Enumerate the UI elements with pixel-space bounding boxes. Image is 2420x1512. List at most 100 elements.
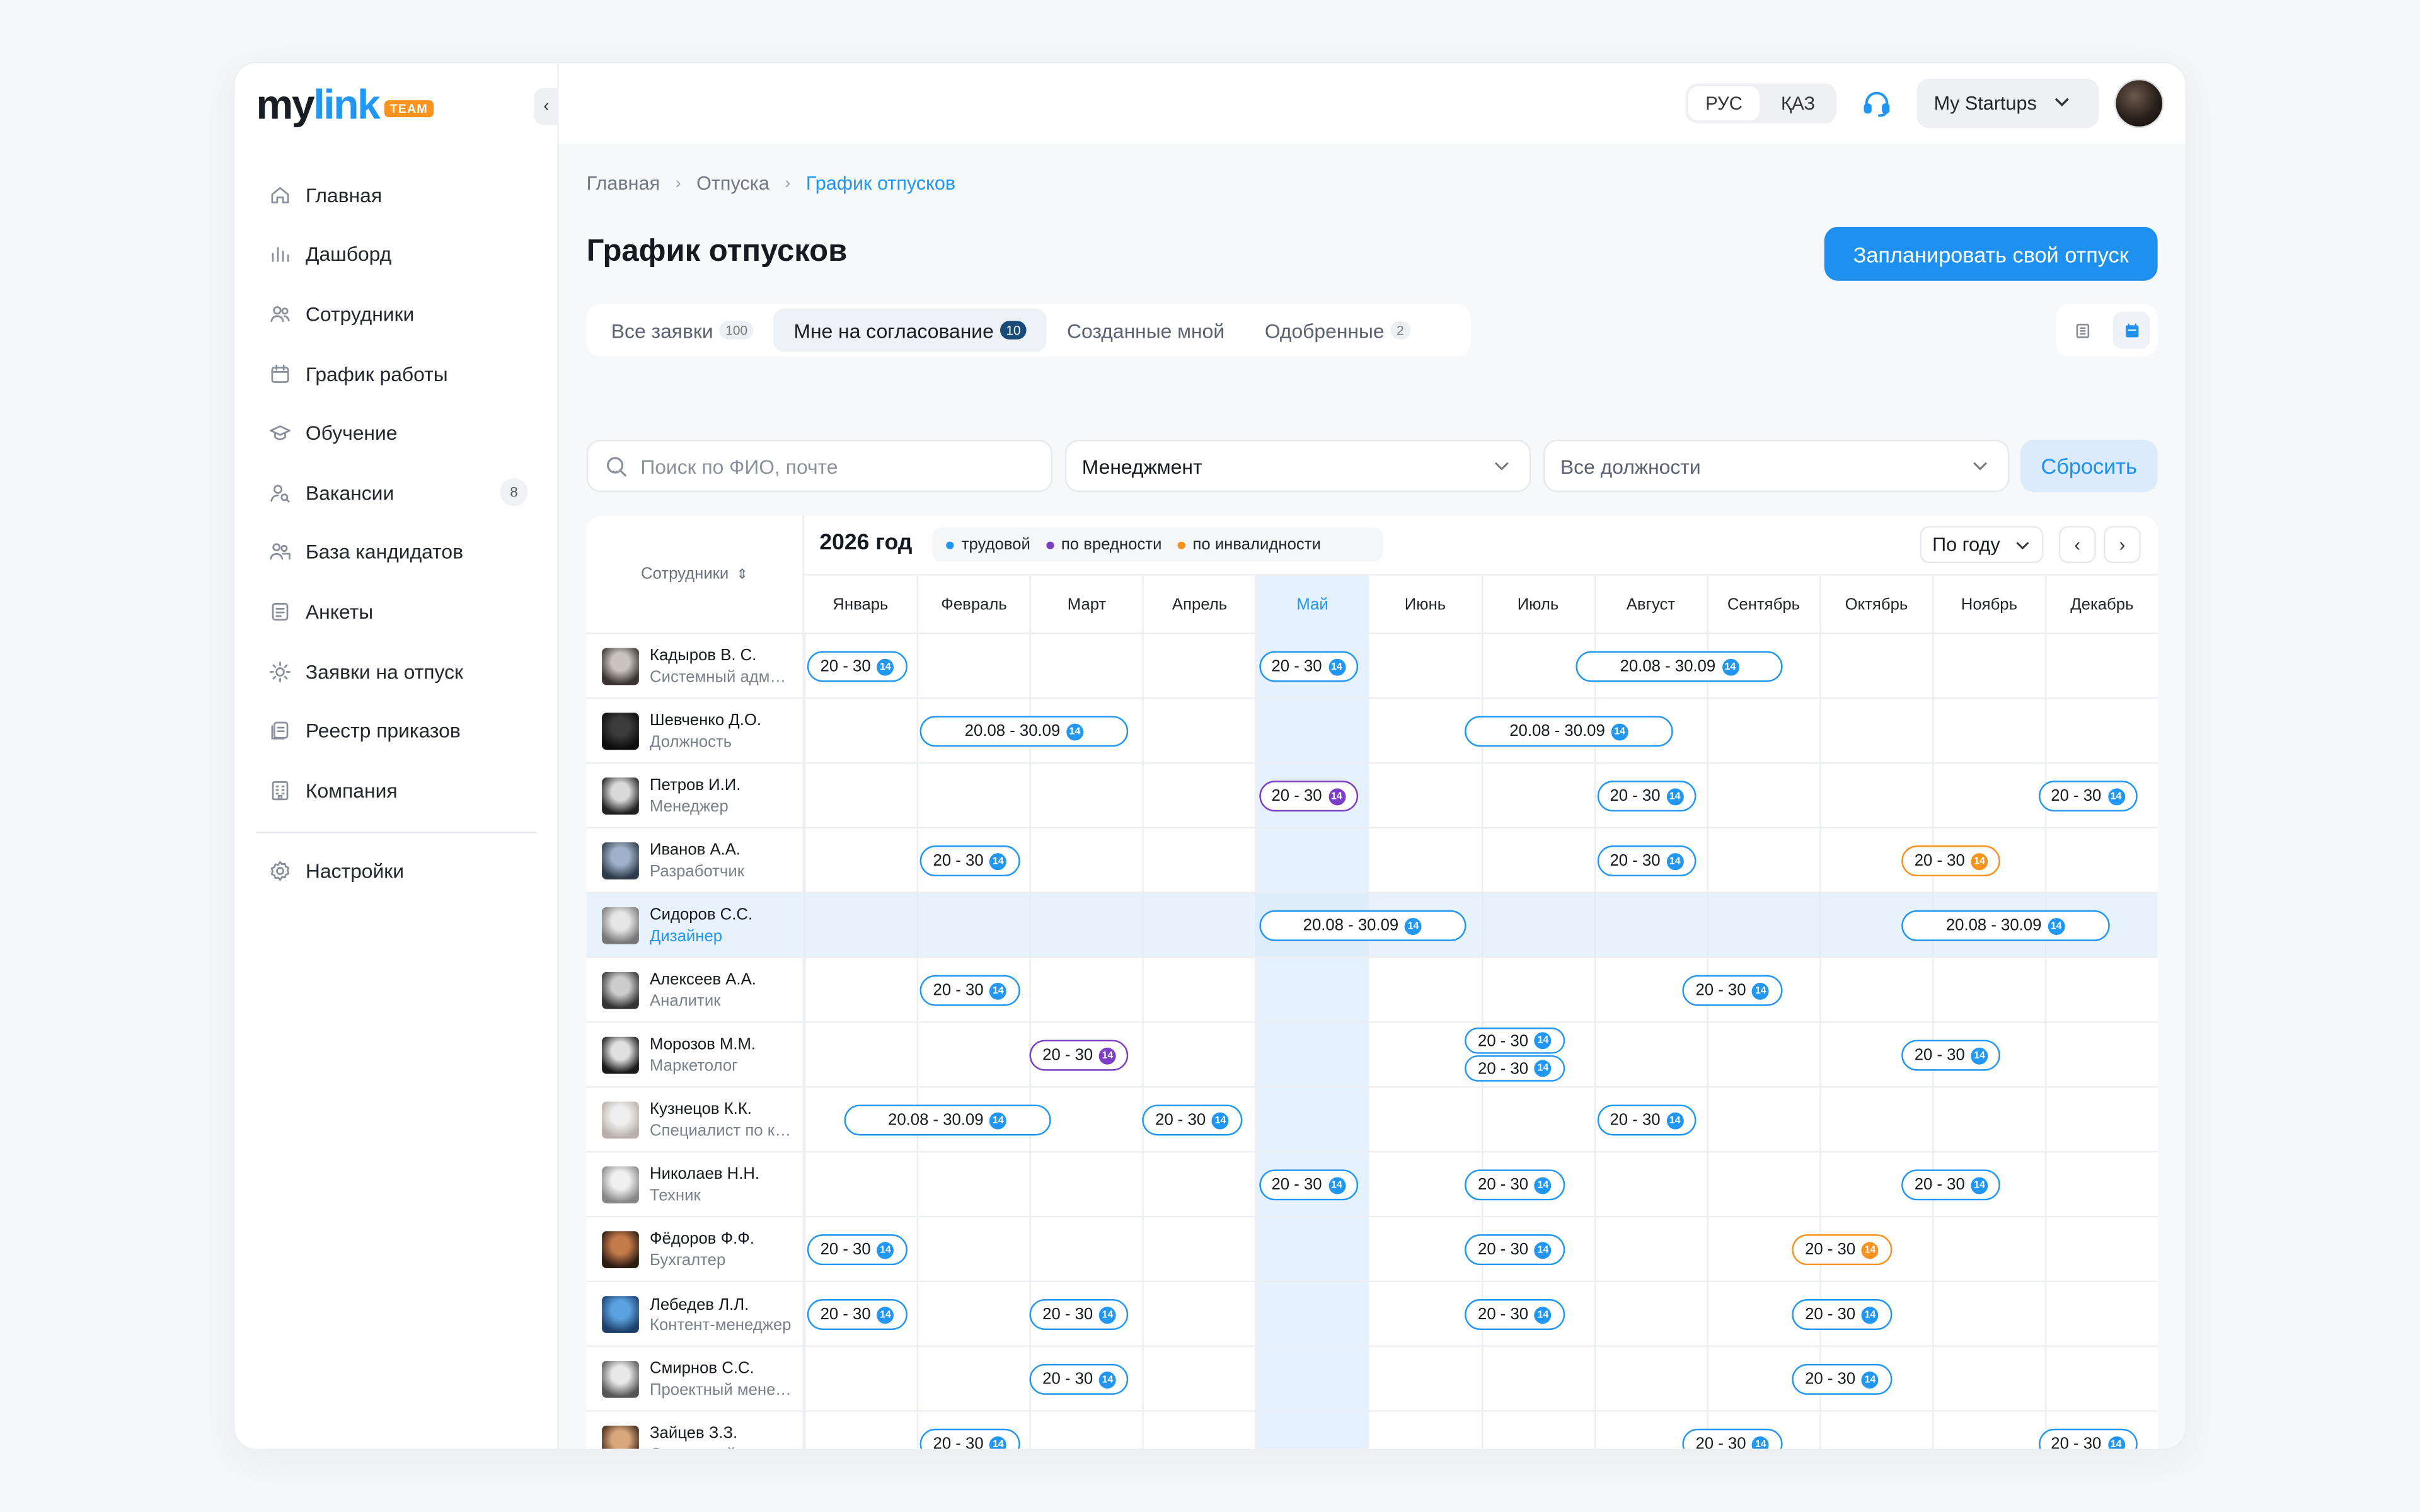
vacation-chip[interactable]: 20.08 - 30.09 14 [843,1104,1051,1136]
table-row[interactable]: Морозов М.М. Маркетолог 20 - 30 14 20 - 30 14… [586,1022,2158,1088]
sidebar-item-building[interactable]: Компания [256,760,538,820]
employee-cell[interactable]: Кузнецов К.К. Специалист по кадрам [587,1087,804,1153]
table-row[interactable]: Иванов А.А. Разработчик 20 - 30 14 20 - 30 14… [586,828,2158,893]
vacation-chip[interactable]: 20 - 30 14 [1465,1299,1565,1331]
vacation-chip[interactable]: 20 - 30 14 [1465,1055,1565,1082]
vacation-chip[interactable]: 20 - 30 14 [2037,1428,2138,1449]
vacation-chip[interactable]: 20 - 30 14 [920,975,1020,1006]
vacation-chip[interactable]: 20 - 30 14 [1465,1234,1565,1266]
vacation-chip[interactable]: 20 - 30 14 [1901,1169,2001,1201]
vacation-chip[interactable]: 20 - 30 14 [920,845,1020,877]
vacation-chip[interactable]: 20 - 30 14 [2037,781,2138,812]
vacation-chip[interactable]: 20 - 30 14 [1683,1428,1782,1449]
employee-cell[interactable]: Иванов А.А. Разработчик [587,828,804,893]
employee-cell[interactable]: Зайцев З.З.Системный администратор [587,1411,804,1449]
sidebar-item-chart[interactable]: Дашборд [256,225,538,285]
vacation-chip[interactable]: 20 - 30 14 [1792,1299,1892,1331]
vacation-chip[interactable]: 20 - 30 14 [1597,781,1697,812]
position-select[interactable]: Все должности [1543,439,2010,493]
next-year-button[interactable]: › [2103,526,2141,563]
employee-cell[interactable]: Николаев Н.Н. Техник [587,1152,804,1218]
user-avatar[interactable] [2114,78,2164,129]
vacation-chip[interactable]: 20.08 - 30.09 14 [1259,910,1466,941]
table-row[interactable]: Петров И.И. Менеджер 20 - 30 14 20 - 30 14 20 … [586,764,2158,829]
table-row[interactable]: Фёдоров Ф.Ф. Бухгалтер 20 - 30 14 20 - 30 14 2… [586,1217,2158,1283]
sidebar-item-user-search[interactable]: Вакансии 8 [256,463,538,523]
vacation-chip[interactable]: 20.08 - 30.09 14 [1901,910,2109,941]
employee-cell[interactable]: Морозов М.М. Маркетолог [587,1022,804,1088]
tab-approved[interactable]: Одобренные 2 [1245,309,1430,352]
search-input[interactable]: Поиск по ФИО, почте [586,439,1053,493]
vacation-chip[interactable]: 20 - 30 14 [1465,1169,1565,1201]
tab-all-requests[interactable]: Все заявки 100 [591,309,774,352]
list-view-button[interactable] [2063,312,2100,349]
table-row[interactable]: Николаев Н.Н. Техник 20 - 30 14 20 - 30 14 20 … [586,1152,2158,1218]
vacation-chip[interactable]: 20 - 30 14 [1259,651,1358,682]
vacation-chip[interactable]: 20 - 30 14 [1259,781,1358,812]
table-row[interactable]: Кадыров В. С. Системный администратор 20 -… [586,634,2158,699]
vacation-chip[interactable]: 20 - 30 14 [1901,1040,2001,1071]
employee-name: Зайцев З.З. [650,1424,738,1443]
lang-option-ru[interactable]: РУС [1688,86,1760,121]
logo[interactable]: mylink TEAM [256,82,434,128]
employee-cell[interactable]: Петров И.И. Менеджер [587,764,804,829]
sidebar-collapse-button[interactable]: ‹ [534,88,559,125]
breadcrumb-home[interactable]: Главная [587,173,660,194]
vacation-chip[interactable]: 20 - 30 14 [1597,845,1697,877]
table-row[interactable]: Алексеев А.А. Аналитик 20 - 30 14 20 - 30 14 [586,958,2158,1023]
sidebar-item-users[interactable]: Сотрудники [256,284,538,344]
sidebar-item-graduation[interactable]: Обучение [256,403,538,463]
vacation-chip[interactable]: 20.08 - 30.09 14 [1576,651,1783,682]
vacation-chip[interactable]: 20 - 30 14 [1597,1104,1697,1136]
vacation-chip[interactable]: 20 - 30 14 [1792,1234,1892,1266]
calendar-view-button[interactable] [2112,311,2150,349]
vacation-chip[interactable]: 20 - 30 14 [1029,1040,1129,1071]
table-row[interactable]: Смирнов С.С.Проектный менеджер 20 - 3014 2… [586,1346,2158,1412]
sidebar-item-form[interactable]: Анкеты [256,582,538,642]
employee-cell[interactable]: Кадыров В. С. Системный администратор [587,634,804,699]
prev-year-button[interactable]: ‹ [2058,526,2096,563]
vacation-chip[interactable]: 20 - 30 14 [1029,1363,1129,1395]
sidebar-item-home[interactable]: Главная [256,165,538,225]
headset-icon[interactable] [1861,88,1892,119]
breadcrumb-vacations[interactable]: Отпуска [696,173,769,194]
employee-cell[interactable]: Алексеев А.А. Аналитик [587,958,804,1023]
table-row[interactable]: Зайцев З.З.Системный администратор 20 - 3… [587,1411,2158,1449]
employees-column-header[interactable]: Сотрудники ⇕ [586,515,804,634]
company-select[interactable]: My Startups [1916,78,2099,129]
employee-cell[interactable]: Фёдоров Ф.Ф. Бухгалтер [587,1217,804,1283]
tab-for-approval[interactable]: Мне на согласование 10 [773,308,1047,352]
sidebar-item-documents[interactable]: Реестр приказов [256,701,538,761]
vacation-chip[interactable]: 20 - 30 14 [807,1234,907,1266]
sidebar-item-sun[interactable]: Заявки на отпуск [256,641,538,701]
vacation-chip[interactable]: 20 - 30 14 [1901,845,2001,877]
table-row[interactable]: Шевченко Д.О. Должность 20.08 - 30.09 14 20.… [586,699,2158,764]
vacation-chip[interactable]: 20 - 30 14 [807,1299,907,1331]
table-row[interactable]: Кузнецов К.К. Специалист по кадрам 20.08 -… [586,1087,2158,1153]
vacation-chip[interactable]: 20 - 30 14 [1142,1104,1242,1136]
vacation-chip[interactable]: 20 - 30 14 [1792,1363,1892,1395]
plan-vacation-button[interactable]: Запланировать свой отпуск [1824,227,2158,281]
reset-filters-button[interactable]: Сбросить [2020,439,2158,493]
employee-cell[interactable]: Сидоров С.С. Дизайнер [587,893,804,958]
vacation-chip[interactable]: 20 - 30 14 [807,651,907,682]
employee-cell[interactable]: Лебедев Л.Л. Контент-менеджер [587,1282,804,1347]
sidebar-item-candidates[interactable]: База кандидатов [256,522,538,582]
tab-created-by-me[interactable]: Созданные мной [1047,309,1245,352]
sidebar-item-calendar[interactable]: График работы [256,344,538,404]
vacation-chip[interactable]: 20.08 - 30.09 14 [1465,716,1673,747]
vacation-chip[interactable]: 20 - 30 14 [1465,1028,1565,1054]
employee-cell[interactable]: Смирнов С.С. Проектный менеджер [587,1346,804,1412]
table-row[interactable]: Сидоров С.С. Дизайнер 20.08 - 30.09 14 20.08… [586,893,2158,958]
department-select[interactable]: Менеджмент [1064,439,1531,493]
employee-cell[interactable]: Шевченко Д.О. Должность [587,699,804,764]
vacation-chip[interactable]: 20 - 30 14 [920,1428,1020,1449]
vacation-chip[interactable]: 20.08 - 30.09 14 [920,716,1128,747]
vacation-chip[interactable]: 20 - 30 14 [1683,975,1782,1006]
table-row[interactable]: Лебедев Л.Л. Контент-менеджер 20 - 30 14 20 … [586,1282,2158,1347]
period-select[interactable]: По году [1920,526,2044,563]
lang-option-kz[interactable]: ҚАЗ [1763,86,1834,120]
vacation-chip[interactable]: 20 - 30 14 [1259,1169,1358,1201]
vacation-chip[interactable]: 20 - 30 14 [1029,1299,1129,1331]
sidebar-item-settings[interactable]: Настройки [256,842,538,902]
